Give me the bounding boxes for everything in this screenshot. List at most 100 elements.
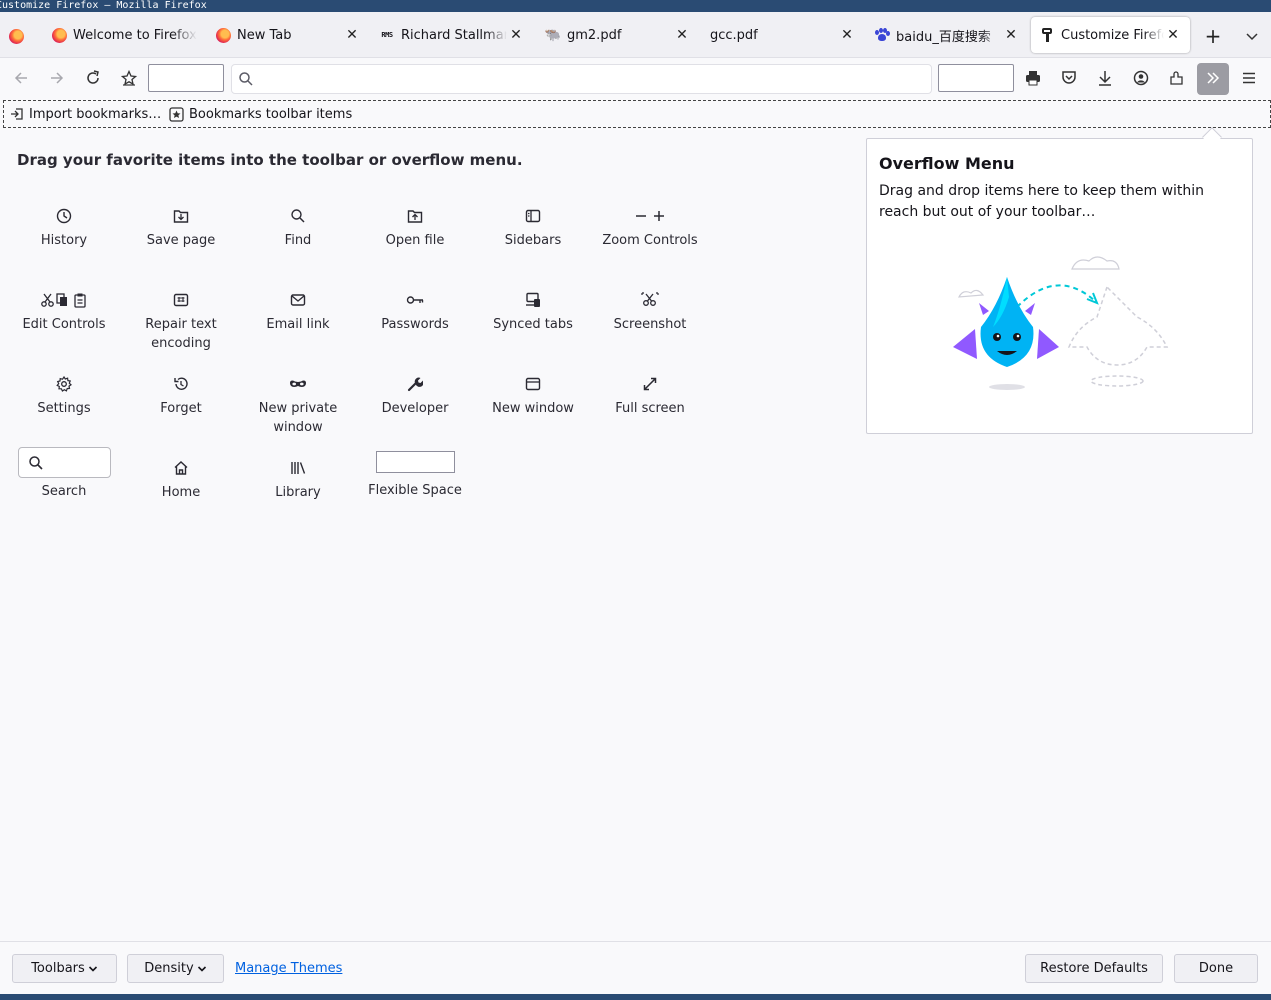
- pocket-icon[interactable]: [1056, 66, 1082, 90]
- palette-item-find[interactable]: Find: [239, 200, 357, 250]
- firefox-view-icon[interactable]: [9, 29, 24, 44]
- toolbars-dropdown[interactable]: Toolbars: [12, 954, 117, 983]
- tab-title: Richard Stallman: [401, 27, 507, 43]
- palette-item-home[interactable]: Home: [122, 452, 240, 502]
- palette-item-synced-tabs[interactable]: Synced tabs: [474, 284, 592, 334]
- palette-item-library[interactable]: Library: [239, 452, 357, 502]
- search-icon: [28, 455, 44, 475]
- save-page-icon: [173, 200, 189, 224]
- tab-title: gcc.pdf: [710, 27, 758, 43]
- tab-customize-firefox[interactable]: Customize Firefox ✕: [1031, 17, 1190, 53]
- forward-arrow-icon[interactable]: [44, 66, 70, 90]
- screenshot-icon: [641, 284, 659, 308]
- bookmark-star-icon: [169, 106, 184, 122]
- palette-item-label: Open file: [385, 233, 445, 248]
- palette-item-full-screen[interactable]: Full screen: [591, 368, 709, 418]
- palette-item-label: Email link: [266, 317, 330, 332]
- navigation-toolbar: [0, 58, 1271, 98]
- palette-item-history[interactable]: History: [5, 200, 123, 250]
- fullscreen-icon: [642, 368, 658, 392]
- close-icon[interactable]: ✕: [838, 26, 856, 44]
- tab-title: New Tab: [237, 27, 292, 43]
- downloads-icon[interactable]: [1092, 66, 1118, 90]
- url-bar[interactable]: [231, 64, 932, 94]
- palette-item-label: Flexible Space: [368, 483, 462, 498]
- reload-icon[interactable]: [80, 66, 106, 90]
- palette-item-forget[interactable]: Forget: [122, 368, 240, 418]
- palette-item-search[interactable]: Search: [5, 447, 123, 501]
- close-icon[interactable]: ✕: [1164, 26, 1182, 44]
- tab-welcome[interactable]: Welcome to Firefox: [43, 17, 205, 53]
- search-icon: [238, 71, 254, 91]
- palette-item-passwords[interactable]: Passwords: [356, 284, 474, 334]
- palette-item-label: Settings: [37, 401, 91, 416]
- account-icon[interactable]: [1128, 66, 1154, 90]
- flexible-space-placeholder[interactable]: [938, 64, 1014, 92]
- close-icon[interactable]: ✕: [1002, 26, 1020, 44]
- palette-item-label: History: [40, 233, 88, 248]
- chevron-down-icon: [197, 964, 207, 974]
- gear-icon: [56, 368, 72, 392]
- palette-item-screenshot[interactable]: Screenshot: [591, 284, 709, 334]
- zoom-icon: [634, 200, 666, 224]
- overflow-menu-button[interactable]: [1197, 63, 1229, 95]
- tab-gm2-pdf[interactable]: 🐃 gm2.pdf ✕: [537, 17, 699, 53]
- overflow-panel-description: Drag and drop items here to keep them wi…: [879, 183, 1205, 220]
- extensions-puzzle-icon[interactable]: [1164, 66, 1190, 90]
- density-dropdown[interactable]: Density: [127, 954, 224, 983]
- palette-item-new-window[interactable]: New window: [474, 368, 592, 418]
- search-icon: [290, 200, 306, 224]
- synced-tabs-icon: [525, 284, 541, 308]
- window-titlebar: Customize Firefox — Mozilla Firefox: [0, 0, 1271, 12]
- palette-item-developer[interactable]: Developer: [356, 368, 474, 418]
- palette-item-settings[interactable]: Settings: [5, 368, 123, 418]
- tab-new-tab[interactable]: New Tab ✕: [207, 17, 369, 53]
- done-button[interactable]: Done: [1174, 954, 1258, 983]
- rms-icon: RMS: [381, 31, 393, 39]
- list-all-tabs-chevron-icon[interactable]: [1238, 22, 1266, 50]
- cut-copy-paste-icon: [40, 284, 88, 308]
- palette-item-open-file[interactable]: Open file: [356, 200, 474, 250]
- firefox-icon: [215, 27, 231, 43]
- close-icon[interactable]: ✕: [673, 26, 691, 44]
- restore-defaults-button[interactable]: Restore Defaults: [1025, 954, 1163, 983]
- dragon-illustration-icon: [947, 247, 1177, 401]
- folder-icon: [407, 200, 423, 224]
- palette-item-email-link[interactable]: Email link: [239, 284, 357, 334]
- flexible-space-placeholder[interactable]: [148, 64, 224, 92]
- close-icon[interactable]: ✕: [507, 26, 525, 44]
- overflow-menu-panel[interactable]: Overflow Menu Drag and drop items here t…: [866, 138, 1253, 434]
- tab-title: gm2.pdf: [567, 27, 622, 43]
- palette-item-zoom-controls[interactable]: Zoom Controls: [591, 200, 709, 250]
- print-icon[interactable]: [1020, 66, 1046, 90]
- palette-item-label: Zoom Controls: [602, 233, 698, 248]
- palette-item-sidebars[interactable]: Sidebars: [474, 200, 592, 250]
- close-icon[interactable]: ✕: [343, 26, 361, 44]
- palette-item-new-private-window[interactable]: New private window: [239, 368, 357, 437]
- palette-item-label: Library: [275, 485, 321, 500]
- new-tab-plus-icon[interactable]: +: [1199, 22, 1227, 50]
- customize-footer: Toolbars Density Manage Themes Restore D…: [0, 941, 1271, 994]
- text-encoding-icon: [173, 284, 189, 308]
- back-arrow-icon[interactable]: [8, 66, 34, 90]
- palette-item-save-page[interactable]: Save page: [122, 200, 240, 250]
- hamburger-menu-icon[interactable]: [1236, 66, 1262, 90]
- tab-richard-stallman[interactable]: RMS Richard Stallman ✕: [371, 17, 533, 53]
- bookmarks-toolbar[interactable]: Import bookmarks… Bookmarks toolbar item…: [3, 100, 1271, 128]
- palette-item-repair-text-encoding[interactable]: Repair text encoding: [122, 284, 240, 353]
- palette-item-label: Full screen: [615, 401, 685, 416]
- key-icon: [406, 284, 424, 308]
- manage-themes-link[interactable]: Manage Themes: [235, 961, 342, 976]
- bookmark-star-icon[interactable]: [116, 66, 142, 90]
- clock-icon: [56, 200, 72, 224]
- palette-item-edit-controls[interactable]: Edit Controls: [5, 284, 123, 334]
- tab-gcc-pdf[interactable]: gcc.pdf ✕: [702, 17, 864, 53]
- palette-item-label: New private window: [258, 401, 338, 435]
- palette-item-flexible-space[interactable]: Flexible Space: [356, 451, 474, 500]
- palette-item-label: Synced tabs: [493, 317, 573, 332]
- bookmarks-toolbar-items[interactable]: Bookmarks toolbar items: [169, 105, 352, 123]
- palette-item-label: Passwords: [381, 317, 449, 332]
- import-bookmarks-button[interactable]: Import bookmarks…: [10, 105, 161, 123]
- palette-item-label: New window: [492, 401, 574, 416]
- tab-baidu[interactable]: baidu_百度搜索 ✕: [866, 17, 1028, 53]
